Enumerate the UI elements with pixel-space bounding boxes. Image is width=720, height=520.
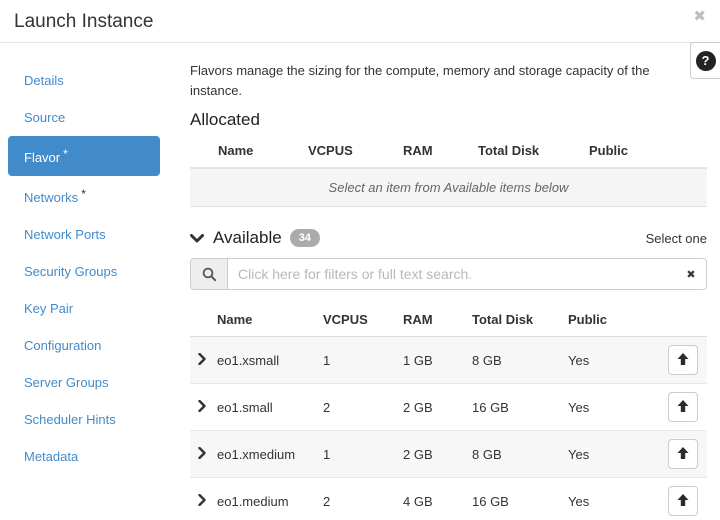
sidebar-item-label: Network Ports [24, 227, 106, 242]
flavor-public: Yes [562, 384, 655, 431]
required-asterisk: * [81, 187, 86, 201]
flavor-ram: 4 GB [397, 478, 466, 520]
column-header-total-disk: Total Disk [472, 134, 583, 168]
flavor-row-eo1-small[interactable]: eo1.small 2 2 GB 16 GB Yes [190, 384, 707, 431]
flavor-name: eo1.small [211, 384, 317, 431]
select-one-hint: Select one [646, 231, 707, 246]
flavor-public: Yes [562, 431, 655, 478]
column-header-total-disk: Total Disk [466, 303, 562, 337]
flavor-vcpus: 2 [317, 384, 397, 431]
sidebar-item-configuration[interactable]: Configuration [0, 327, 190, 364]
flavor-public: Yes [562, 337, 655, 384]
sidebar-item-security-groups[interactable]: Security Groups [0, 253, 190, 290]
search-input[interactable] [228, 259, 676, 289]
sidebar-item-label: Server Groups [24, 375, 109, 390]
sidebar-item-server-groups[interactable]: Server Groups [0, 364, 190, 401]
allocate-flavor-button[interactable] [668, 439, 698, 469]
flavor-total-disk: 8 GB [466, 431, 562, 478]
column-header-public: Public [583, 134, 693, 168]
page-title: Launch Instance [14, 10, 706, 33]
flavor-row-eo1-xmedium[interactable]: eo1.xmedium 1 2 GB 8 GB Yes [190, 431, 707, 478]
help-icon: ? [696, 51, 716, 71]
sidebar-item-label: Networks [24, 190, 78, 205]
sidebar-item-label: Key Pair [24, 301, 73, 316]
flavor-vcpus: 1 [317, 431, 397, 478]
column-header-actions [693, 134, 707, 168]
flavor-public: Yes [562, 478, 655, 520]
flavor-total-disk: 8 GB [466, 337, 562, 384]
dialog-header: Launch Instance ✖ [0, 0, 720, 43]
clear-icon[interactable]: ✖ [676, 259, 706, 289]
available-count-badge: 34 [290, 229, 320, 247]
sidebar-item-metadata[interactable]: Metadata [0, 438, 190, 475]
step-description: Flavors manage the sizing for the comput… [190, 61, 677, 100]
sidebar-item-label: Flavor [24, 150, 60, 165]
sidebar-item-label: Configuration [24, 338, 101, 353]
chevron-right-icon[interactable] [198, 353, 206, 365]
allocated-heading: Allocated [190, 110, 707, 130]
sidebar-item-label: Source [24, 110, 65, 125]
flavor-row-eo1-medium[interactable]: eo1.medium 2 4 GB 16 GB Yes [190, 478, 707, 520]
flavor-name: eo1.medium [211, 478, 317, 520]
allocate-flavor-button[interactable] [668, 486, 698, 516]
column-header-name: Name [190, 134, 302, 168]
required-asterisk: * [63, 147, 68, 161]
flavor-ram: 2 GB [397, 431, 466, 478]
chevron-right-icon[interactable] [198, 494, 206, 506]
wizard-sidebar: Details Source Flavor* Networks* Network… [0, 43, 190, 520]
sidebar-item-key-pair[interactable]: Key Pair [0, 290, 190, 327]
flavor-vcpus: 1 [317, 337, 397, 384]
arrow-up-icon [677, 494, 689, 509]
allocated-header-row: Name VCPUS RAM Total Disk Public [190, 134, 707, 168]
search-icon[interactable] [191, 259, 228, 289]
sidebar-item-label: Scheduler Hints [24, 412, 116, 427]
flavor-name: eo1.xsmall [211, 337, 317, 384]
sidebar-item-networks[interactable]: Networks* [0, 176, 190, 216]
column-header-public: Public [562, 303, 655, 337]
allocated-empty-message: Select an item from Available items belo… [190, 168, 707, 207]
sidebar-item-details[interactable]: Details [0, 62, 190, 99]
available-section-header: Available 34 Select one [190, 228, 707, 248]
sidebar-item-label: Details [24, 73, 64, 88]
column-header-name: Name [211, 303, 317, 337]
column-header-vcpus: VCPUS [317, 303, 397, 337]
flavor-row-eo1-xsmall[interactable]: eo1.xsmall 1 1 GB 8 GB Yes [190, 337, 707, 384]
sidebar-item-scheduler-hints[interactable]: Scheduler Hints [0, 401, 190, 438]
sidebar-item-source[interactable]: Source [0, 99, 190, 136]
column-header-actions [655, 303, 707, 337]
column-header-ram: RAM [397, 134, 472, 168]
filter-search-bar: ✖ [190, 258, 707, 290]
flavor-name: eo1.xmedium [211, 431, 317, 478]
help-button[interactable]: ? [690, 42, 720, 79]
allocate-flavor-button[interactable] [668, 392, 698, 422]
arrow-up-icon [677, 400, 689, 415]
allocate-flavor-button[interactable] [668, 345, 698, 375]
allocated-table: Name VCPUS RAM Total Disk Public Select … [190, 134, 707, 207]
close-icon[interactable]: ✖ [693, 7, 706, 25]
available-table: Name VCPUS RAM Total Disk Public eo1.xsm… [190, 303, 707, 520]
sidebar-item-network-ports[interactable]: Network Ports [0, 216, 190, 253]
column-header-expand [190, 303, 211, 337]
flavor-total-disk: 16 GB [466, 478, 562, 520]
flavor-ram: 1 GB [397, 337, 466, 384]
sidebar-item-label: Security Groups [24, 264, 117, 279]
arrow-up-icon [677, 447, 689, 462]
allocated-empty-row: Select an item from Available items belo… [190, 168, 707, 207]
arrow-up-icon [677, 353, 689, 368]
available-header-row: Name VCPUS RAM Total Disk Public [190, 303, 707, 337]
chevron-right-icon[interactable] [198, 447, 206, 459]
sidebar-item-label: Metadata [24, 449, 78, 464]
chevron-right-icon[interactable] [198, 400, 206, 412]
flavor-ram: 2 GB [397, 384, 466, 431]
chevron-down-icon[interactable] [190, 234, 204, 243]
flavor-step-content: Flavors manage the sizing for the comput… [190, 43, 720, 520]
column-header-vcpus: VCPUS [302, 134, 397, 168]
flavor-vcpus: 2 [317, 478, 397, 520]
available-heading: Available [213, 228, 282, 248]
column-header-ram: RAM [397, 303, 466, 337]
flavor-total-disk: 16 GB [466, 384, 562, 431]
sidebar-item-flavor[interactable]: Flavor* [8, 136, 160, 176]
